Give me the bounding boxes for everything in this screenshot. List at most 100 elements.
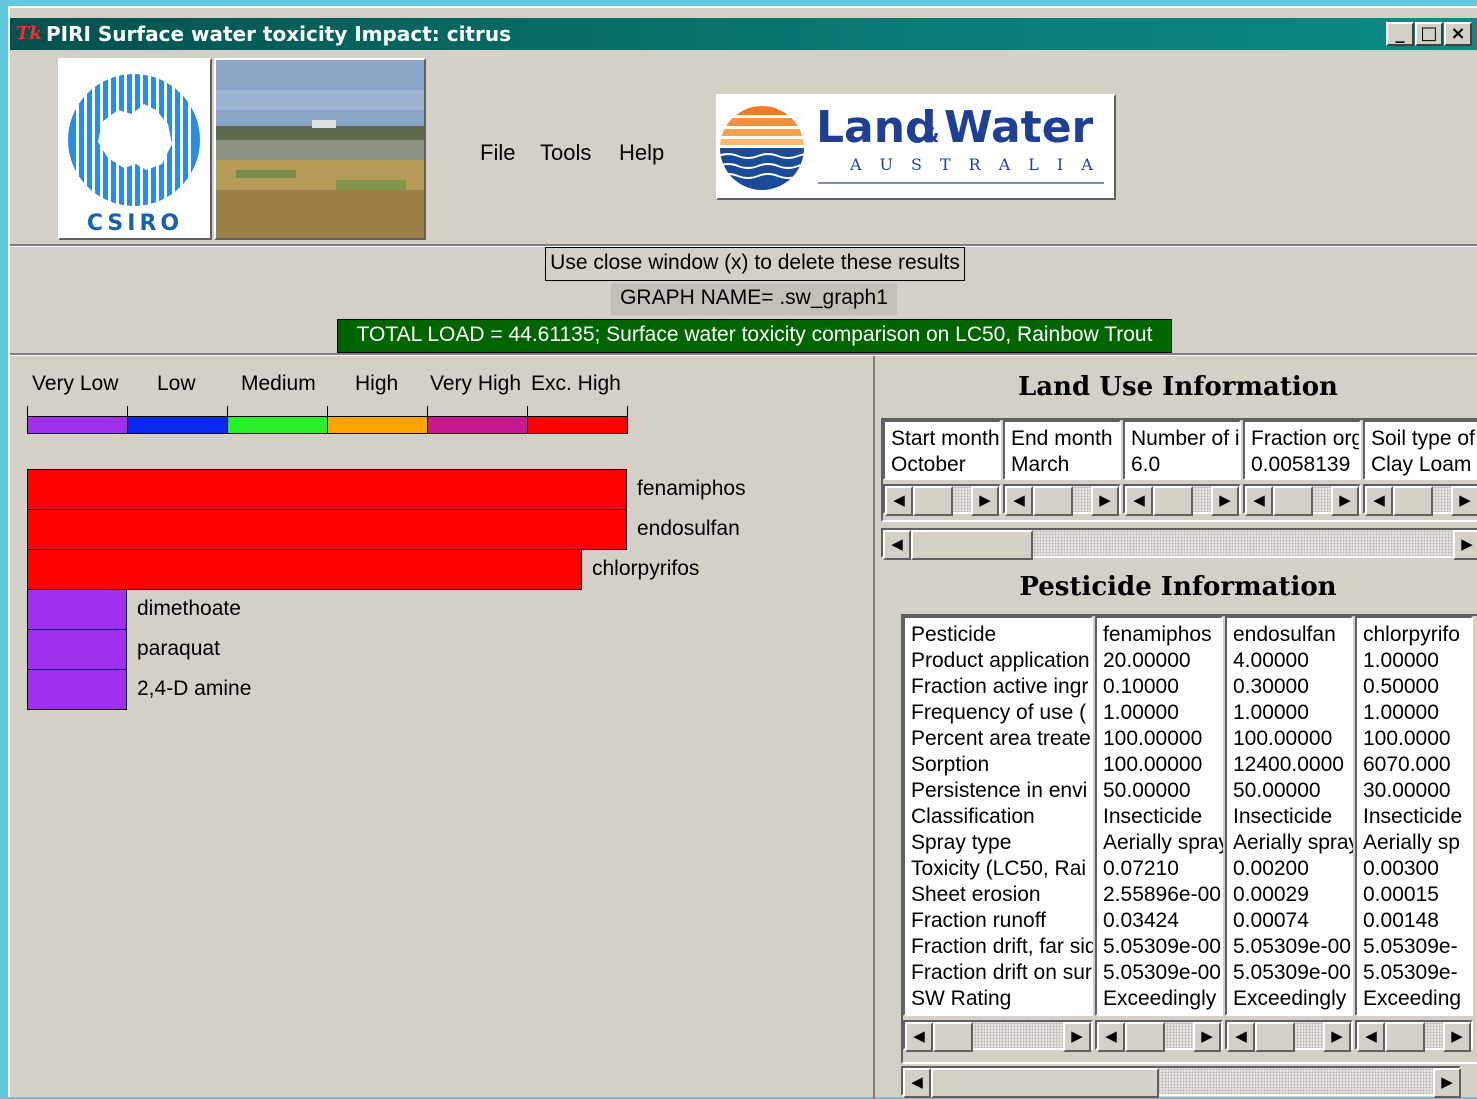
column-hscrollbar[interactable]: ◀ ▶ (1225, 1020, 1353, 1052)
scroll-left-arrow-icon[interactable]: ◀ (1227, 1022, 1255, 1052)
column-value: October (891, 453, 966, 476)
scroll-left-arrow-icon[interactable]: ◀ (903, 1068, 931, 1098)
bar-label: endosulfan (637, 517, 740, 540)
scroll-left-arrow-icon[interactable]: ◀ (1365, 486, 1393, 516)
row-label: Pesticide (911, 623, 997, 646)
legend-swatch (227, 416, 328, 434)
row-label: SW Rating (911, 987, 1012, 1010)
close-window-note: Use close window (x) to delete these res… (545, 247, 965, 281)
table-cell: 20.00000 (1103, 649, 1191, 672)
column-hscrollbar[interactable]: ◀ ▶ (1003, 484, 1121, 516)
column-hscrollbar[interactable]: ◀ ▶ (903, 1020, 1093, 1052)
pesticide-column-listbox[interactable]: endosulfan 4.00000 0.30000 1.00000 100.00000… (1225, 616, 1353, 1016)
scroll-right-arrow-icon[interactable]: ▶ (1323, 1022, 1351, 1052)
table-cell: 12400.0000 (1233, 753, 1344, 776)
scroll-thumb[interactable] (1255, 1022, 1295, 1052)
scroll-thumb[interactable] (931, 1068, 1159, 1098)
bar-2-4-d-amine (27, 669, 127, 710)
scroll-thumb[interactable] (1153, 486, 1193, 516)
graph-name-label: GRAPH NAME= .sw_graph1 (611, 283, 897, 315)
scroll-left-arrow-icon[interactable]: ◀ (1125, 486, 1153, 516)
scroll-left-arrow-icon[interactable]: ◀ (1245, 486, 1273, 516)
column-hscrollbar[interactable]: ◀ ▶ (1095, 1020, 1223, 1052)
column-hscrollbar[interactable]: ◀ ▶ (1243, 484, 1361, 516)
table-cell: 30.00000 (1363, 779, 1451, 802)
scroll-thumb[interactable] (1393, 486, 1433, 516)
scroll-left-arrow-icon[interactable]: ◀ (905, 1022, 933, 1052)
table-cell: 100.0000 (1363, 727, 1451, 750)
pesticide-row-labels-listbox[interactable]: Pesticide Product application Fraction act… (903, 616, 1093, 1016)
minimize-button[interactable]: _ (1386, 22, 1414, 46)
row-label: Fraction runoff (911, 909, 1047, 932)
table-cell: fenamiphos (1103, 623, 1212, 646)
legend-color-bar (27, 406, 631, 436)
row-label: Fraction drift on sur (911, 961, 1092, 984)
scroll-left-arrow-icon[interactable]: ◀ (1005, 486, 1033, 516)
scroll-left-arrow-icon[interactable]: ◀ (885, 486, 913, 516)
table-cell: 100.00000 (1103, 727, 1203, 750)
table-cell: 0.00200 (1233, 857, 1309, 880)
table-cell: Aerially spray (1233, 831, 1353, 854)
row-label: Fraction drift, far sid (911, 935, 1093, 958)
menu-tools[interactable]: Tools (540, 140, 591, 166)
scroll-thumb[interactable] (1033, 486, 1073, 516)
land-use-hscrollbar[interactable]: ◀ ▶ (881, 528, 1477, 560)
scroll-thumb[interactable] (933, 1022, 973, 1052)
land-use-column-listbox[interactable]: Number of i 6.0 (1123, 420, 1241, 480)
menu-help[interactable]: Help (619, 140, 664, 166)
land-use-table: Start month October ◀ ▶ End month March ◀ ▶ Numb… (881, 418, 1477, 522)
column-hscrollbar[interactable]: ◀ ▶ (883, 484, 1001, 516)
landwater-text-water: Water (944, 102, 1094, 153)
csiro-logo: CSIRO (58, 58, 212, 240)
table-cell: 0.10000 (1103, 675, 1179, 698)
table-cell: 1.00000 (1363, 649, 1439, 672)
scroll-thumb[interactable] (911, 530, 1033, 560)
menu-file[interactable]: File (480, 140, 515, 166)
maximize-button[interactable]: □ (1415, 22, 1443, 46)
scroll-right-arrow-icon[interactable]: ▶ (1063, 1022, 1091, 1052)
land-water-logo: Land & Water AUSTRALIA (716, 94, 1116, 200)
table-cell: Insecticide (1103, 805, 1203, 828)
bar-chlorpyrifos (27, 549, 582, 590)
table-cell: Exceeding (1363, 987, 1462, 1010)
row-label: Sorption (911, 753, 990, 776)
row-label: Frequency of use ( (911, 701, 1087, 724)
table-cell: 1.00000 (1363, 701, 1439, 724)
scroll-left-arrow-icon[interactable]: ◀ (883, 530, 911, 560)
table-cell: chlorpyrifo (1363, 623, 1460, 646)
pesticide-column-listbox[interactable]: chlorpyrifo 1.00000 0.50000 1.00000 100.0000… (1355, 616, 1473, 1016)
scroll-right-arrow-icon[interactable]: ▶ (971, 486, 999, 516)
table-cell: endosulfan (1233, 623, 1336, 646)
land-use-column-listbox[interactable]: End month March (1003, 420, 1121, 480)
scroll-thumb[interactable] (1273, 486, 1313, 516)
scroll-right-arrow-icon[interactable]: ▶ (1211, 486, 1239, 516)
pesticide-column-listbox[interactable]: fenamiphos 20.00000 0.10000 1.00000 100.0000… (1095, 616, 1223, 1016)
scroll-right-arrow-icon[interactable]: ▶ (1453, 530, 1477, 560)
column-header: Soil type of (1371, 427, 1475, 450)
column-hscrollbar[interactable]: ◀ ▶ (1363, 484, 1477, 516)
scroll-thumb[interactable] (1385, 1022, 1425, 1052)
pesticide-hscrollbar[interactable]: ◀ ▶ (901, 1066, 1461, 1098)
column-hscrollbar[interactable]: ◀ ▶ (1355, 1020, 1473, 1052)
scroll-right-arrow-icon[interactable]: ▶ (1443, 1022, 1471, 1052)
scroll-right-arrow-icon[interactable]: ▶ (1193, 1022, 1221, 1052)
table-cell: 5.05309e-00 (1233, 935, 1351, 958)
bar-fenamiphos (27, 469, 627, 510)
table-cell: 5.05309e-00 (1233, 961, 1351, 984)
scroll-left-arrow-icon[interactable]: ◀ (1357, 1022, 1385, 1052)
land-use-column-listbox[interactable]: Start month October (883, 420, 1001, 480)
scroll-thumb[interactable] (1125, 1022, 1165, 1052)
column-hscrollbar[interactable]: ◀ ▶ (1123, 484, 1241, 516)
close-button[interactable]: × (1444, 22, 1472, 46)
scroll-right-arrow-icon[interactable]: ▶ (1091, 486, 1119, 516)
scroll-left-arrow-icon[interactable]: ◀ (1097, 1022, 1125, 1052)
scroll-thumb[interactable] (913, 486, 953, 516)
scroll-right-arrow-icon[interactable]: ▶ (1331, 486, 1359, 516)
table-cell: 0.00300 (1363, 857, 1439, 880)
scroll-right-arrow-icon[interactable]: ▶ (1451, 486, 1477, 516)
land-use-title: Land Use Information (1018, 372, 1338, 402)
land-use-column-listbox[interactable]: Soil type of Clay Loam (1363, 420, 1477, 480)
title-bar[interactable]: Tk PIRI Surface water toxicity Impact: c… (10, 18, 1477, 50)
scroll-right-arrow-icon[interactable]: ▶ (1433, 1068, 1461, 1098)
land-use-column-listbox[interactable]: Fraction org 0.0058139 (1243, 420, 1361, 480)
